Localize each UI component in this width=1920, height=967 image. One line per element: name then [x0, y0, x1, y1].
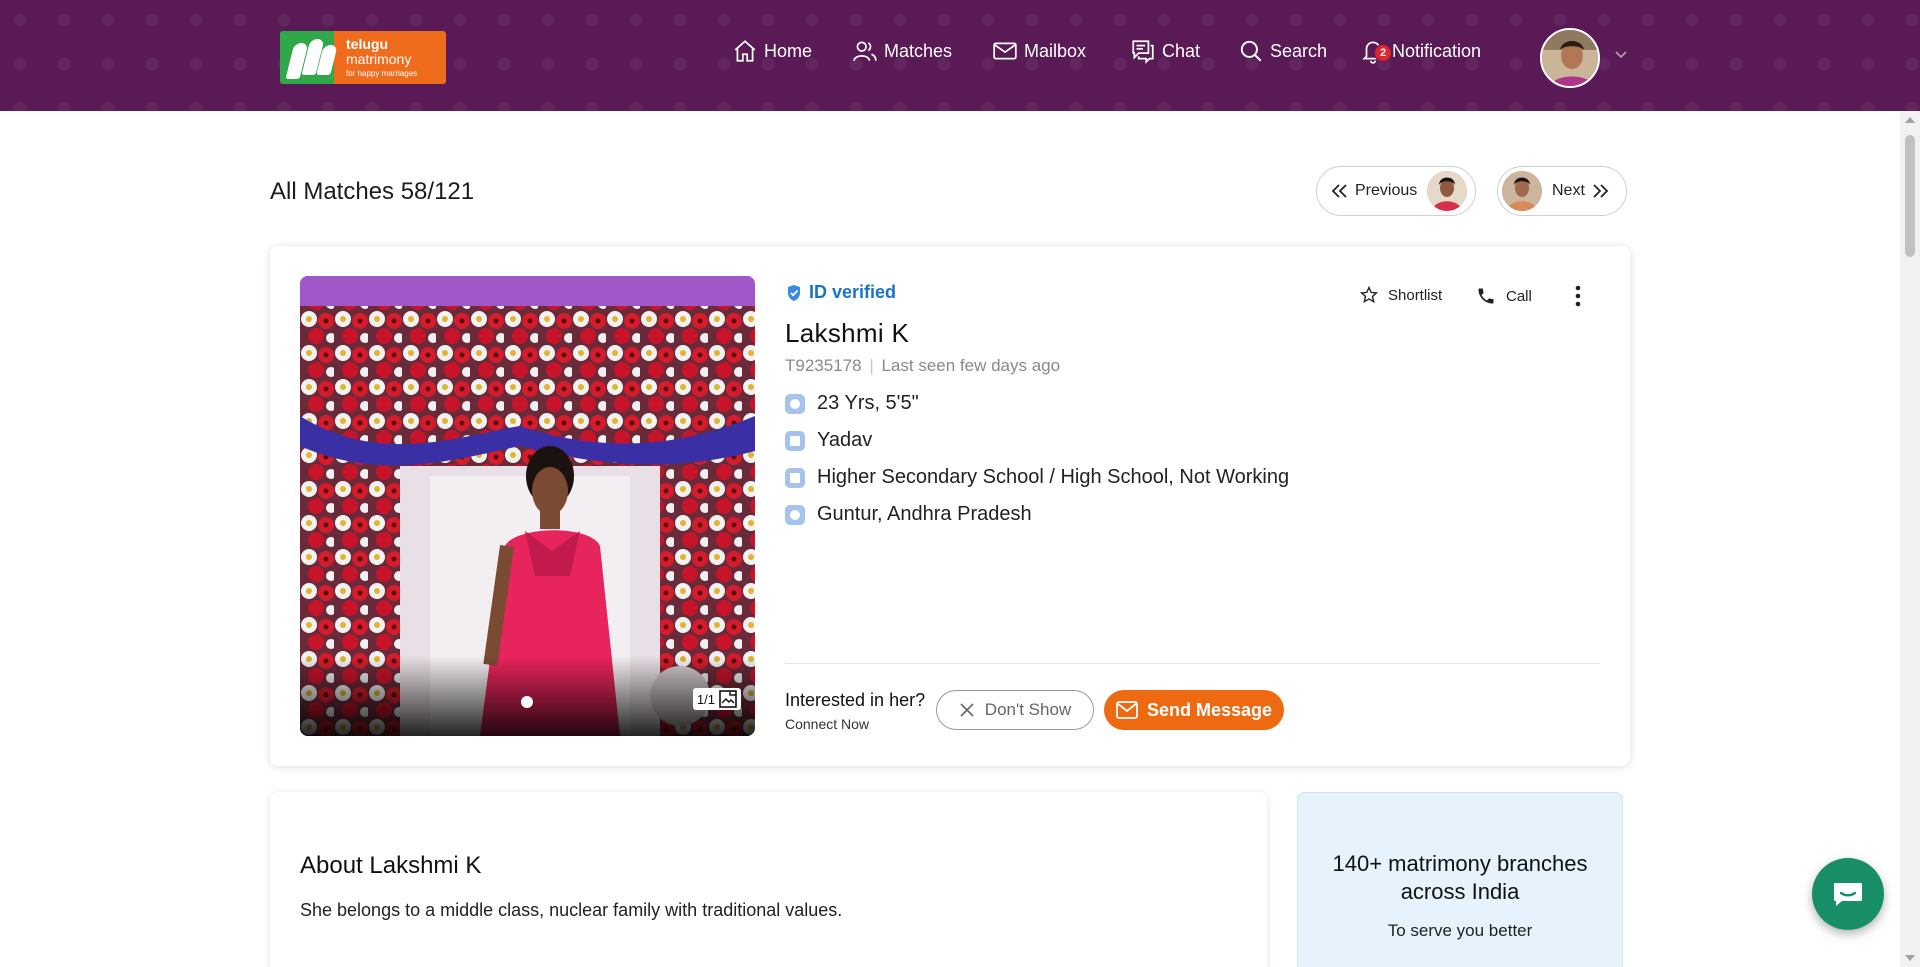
profile-card: 1/1 ID verified Lakshmi K T9235178 | Las… [270, 246, 1630, 766]
photo-count-label: 1/1 [696, 691, 715, 707]
shortlist-button[interactable]: Shortlist [1360, 286, 1442, 304]
nav-chat[interactable]: Chat [1130, 36, 1200, 66]
user-avatar[interactable] [1540, 28, 1600, 88]
chat-support-button[interactable] [1812, 858, 1884, 930]
nav-home-label: Home [764, 40, 813, 61]
more-options-button[interactable] [1568, 284, 1588, 308]
previous-label: Previous [1355, 182, 1418, 199]
users-icon [853, 41, 877, 61]
nav-notification[interactable]: 2 Notification [1360, 36, 1481, 66]
age-height-value: 23 Yrs, 5'5" [817, 392, 919, 414]
about-text: She belongs to a middle class, nuclear f… [300, 900, 843, 920]
top-header: telugu matrimony for happy marriages Hom… [0, 0, 1920, 111]
info-age-height: 23 Yrs, 5'5" [785, 392, 919, 415]
call-label: Call [1506, 287, 1532, 305]
nav-matches[interactable]: Matches [852, 36, 952, 66]
envelope-icon [1116, 701, 1138, 719]
telugu-matrimony-logo[interactable]: telugu matrimony for happy marriages [280, 31, 446, 84]
branches-title: 140+ matrimony branches across India [1332, 851, 1588, 904]
location-value: Guntur, Andhra Pradesh [817, 503, 1032, 525]
about-title: About Lakshmi K [300, 852, 482, 879]
chat-bubble-icon [1834, 883, 1862, 906]
double-chevron-left-icon [1331, 184, 1347, 198]
logo-mark [280, 31, 338, 84]
education-value: Higher Secondary School / High School, N… [817, 466, 1290, 488]
nav-notification-label: Notification [1392, 40, 1482, 61]
nav-home[interactable]: Home [732, 36, 812, 66]
star-icon [1360, 286, 1378, 304]
next-label: Next [1552, 182, 1585, 199]
scroll-down-arrow[interactable] [1905, 955, 1915, 961]
profile-meta: T9235178 | Last seen few days ago [785, 356, 1060, 376]
send-message-label: Send Message [1146, 699, 1273, 720]
meta-separator: | [869, 356, 874, 375]
profile-name: Lakshmi K [785, 318, 910, 348]
about-section: About Lakshmi K She belongs to a middle … [270, 792, 1267, 967]
mail-icon [993, 42, 1017, 60]
home-icon [734, 40, 756, 62]
next-profile-thumbnail [1502, 171, 1542, 211]
info-education: Higher Secondary School / High School, N… [785, 466, 1289, 489]
previous-profile-button[interactable]: Previous [1316, 166, 1476, 216]
page-scrollbar[interactable] [1900, 111, 1920, 967]
connect-now-label: Connect Now [785, 716, 870, 732]
photo-carousel-dot[interactable] [521, 696, 533, 708]
close-icon [960, 703, 974, 717]
verified-check-icon [788, 284, 800, 301]
previous-profile-thumbnail [1427, 171, 1468, 211]
logo-text-telugu: telugu [346, 36, 388, 52]
card-divider [785, 663, 1600, 664]
info-caste: Yadav [785, 429, 872, 452]
caste-value: Yadav [817, 429, 873, 451]
interested-prompt: Interested in her? [785, 690, 926, 710]
phone-icon [1478, 288, 1494, 304]
user-avatar-image [1542, 30, 1598, 86]
photo-counter[interactable]: 1/1 [692, 688, 741, 710]
page-title: All Matches 58/121 [270, 178, 475, 205]
nav-matches-label: Matches [884, 40, 953, 61]
nav-mailbox[interactable]: Mailbox [992, 36, 1086, 66]
branches-promo: 140+ matrimony branches across India To … [1297, 792, 1623, 967]
info-location: Guntur, Andhra Pradesh [785, 503, 1032, 526]
logo-text-matrimony: matrimony [346, 51, 412, 67]
chevron-down-icon[interactable] [1614, 50, 1628, 60]
double-chevron-right-icon [1593, 184, 1609, 198]
call-button[interactable]: Call [1476, 286, 1532, 306]
scroll-up-arrow[interactable] [1905, 117, 1915, 123]
last-seen: Last seen few days ago [881, 356, 1061, 375]
nav-search-label: Search [1270, 40, 1328, 61]
nav-search[interactable]: Search [1238, 36, 1327, 66]
more-vertical-icon [1575, 285, 1581, 307]
scroll-thumb[interactable] [1905, 135, 1915, 257]
send-message-button[interactable]: Send Message [1104, 690, 1284, 730]
dont-show-button[interactable]: Don't Show [936, 690, 1094, 730]
age-icon [785, 393, 805, 414]
profile-id: T9235178 [785, 356, 862, 375]
education-icon [785, 467, 805, 488]
community-icon [785, 430, 805, 451]
gallery-icon [719, 690, 737, 708]
search-icon [1240, 40, 1262, 62]
nav-mailbox-label: Mailbox [1024, 40, 1087, 61]
profile-photo[interactable]: 1/1 [300, 276, 755, 736]
notification-badge: 2 [1374, 44, 1392, 62]
dont-show-label: Don't Show [984, 700, 1072, 719]
nav-chat-label: Chat [1162, 40, 1201, 61]
next-profile-button[interactable]: Next [1497, 166, 1627, 216]
location-pin-icon [785, 504, 805, 525]
chat-icon [1132, 40, 1154, 64]
logo-tagline: for happy marriages [346, 69, 418, 78]
branches-subtitle: To serve you better [1387, 921, 1533, 940]
id-verified-badge: ID verified [785, 282, 896, 303]
shortlist-label: Shortlist [1388, 286, 1443, 304]
verified-label: ID verified [809, 282, 897, 302]
